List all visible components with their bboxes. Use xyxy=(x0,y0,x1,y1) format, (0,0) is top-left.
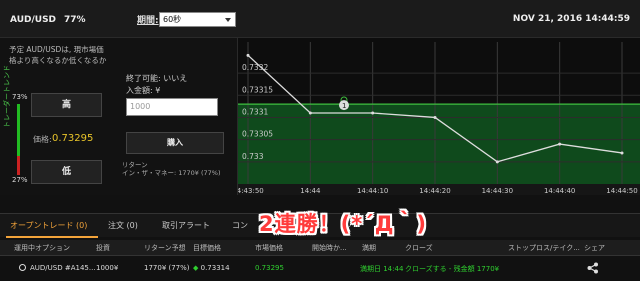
col-investment: 投資 xyxy=(96,244,110,252)
chart-area-above-strike xyxy=(238,38,640,105)
low-button[interactable]: 低 xyxy=(31,160,102,184)
order-panel: 終了可能: いいえ 入金額: ¥ 1000 購入 リターン イン・ザ・マネー: … xyxy=(114,38,238,195)
price-chart-svg: 0.73320.733150.73310.733050.733114:43:50… xyxy=(238,38,640,195)
y-tick-label: 0.73305 xyxy=(242,130,273,139)
entry-badge-label: 1 xyxy=(342,102,346,110)
x-tick-label: 14:44:40 xyxy=(544,187,575,195)
period-label: 期間: xyxy=(137,16,159,26)
payout-percent: 77% xyxy=(64,15,86,25)
trend-high-percent: 73% xyxy=(12,93,28,101)
price-point xyxy=(308,111,312,115)
price-label: 価格: xyxy=(33,135,52,144)
trades-table-header: 運用中オプション 投資 リターン予想 目標価格 市場価格 開始時か... 満期 … xyxy=(0,240,640,256)
col-option: 運用中オプション xyxy=(14,244,70,252)
table-row[interactable]: AUD/USD #A145... 1000¥ 1770¥ (77%) ◆ 0.7… xyxy=(0,258,640,278)
cell-close[interactable]: クローズする - 残金額 1770¥ xyxy=(405,264,499,274)
direction-up-icon: ◆ xyxy=(193,264,199,272)
col-share: シェア xyxy=(584,244,605,252)
prediction-panel: 予定 AUD/USDは, 現市場価格より高くなるか低くなるか 73% 27% ト… xyxy=(0,38,114,195)
y-tick-label: 0.733 xyxy=(242,152,264,161)
col-close: クローズ xyxy=(405,244,433,252)
cell-option: AUD/USD #A145... xyxy=(30,264,96,272)
trader-trend-label: トレーダートレンド xyxy=(3,65,11,128)
col-start: 開始時か... xyxy=(312,244,347,252)
trader-trend-bar xyxy=(17,104,20,175)
chevron-down-icon xyxy=(225,18,231,22)
tab-contest[interactable]: コン xyxy=(232,220,248,231)
x-tick-label: 14:44:10 xyxy=(357,187,388,195)
col-return: リターン予想 xyxy=(144,244,186,252)
price-point xyxy=(558,142,562,146)
cell-market: 0.73295 xyxy=(255,264,284,272)
price-point xyxy=(495,160,499,164)
col-stop: ストップロス/テイク... xyxy=(508,244,580,252)
share-icon[interactable] xyxy=(587,262,599,274)
active-tab-indicator xyxy=(6,236,98,238)
tab-orders[interactable]: 注文 (0) xyxy=(108,220,138,231)
cell-investment: 1000¥ xyxy=(96,264,119,272)
top-bar: AUD/USD 77% 期間: 60秒 NOV 21, 2016 14:44:5… xyxy=(0,0,640,38)
price-point xyxy=(246,53,250,57)
col-market: 市場価格 xyxy=(255,244,283,252)
price-point xyxy=(371,111,375,115)
asset-name: AUD/USD xyxy=(10,15,57,25)
cell-expiry: 満期日 14:44 xyxy=(360,265,404,273)
cell-target: ◆ 0.73314 xyxy=(193,264,230,272)
cell-target-value: 0.73314 xyxy=(200,264,230,272)
price-value: 0.73295 xyxy=(52,133,94,144)
cell-return: 1770¥ (77%) xyxy=(144,264,190,272)
trader-trend-high-fill xyxy=(17,104,20,156)
x-tick-label: 14:44 xyxy=(300,187,321,195)
period-select[interactable]: 60秒 xyxy=(159,12,236,27)
x-tick-label: 14:43:50 xyxy=(238,187,264,195)
period-value: 60秒 xyxy=(163,15,182,24)
expire-label: 終了可能: いいえ xyxy=(126,74,188,83)
high-button[interactable]: 高 xyxy=(31,93,102,117)
expand-circle-icon[interactable] xyxy=(19,264,26,271)
datetime: NOV 21, 2016 14:44:59 xyxy=(512,14,630,24)
tab-open-trades[interactable]: オープントレード (0) xyxy=(10,220,87,231)
amount-label: 入金額: ¥ xyxy=(126,86,161,95)
buy-button[interactable]: 購入 xyxy=(126,132,224,154)
price-chart[interactable]: 0.73320.733150.73310.733050.733114:43:50… xyxy=(238,38,640,195)
prediction-description: 予定 AUD/USDは, 現市場価格より高くなるか低くなるか xyxy=(9,45,107,65)
trend-low-percent: 27% xyxy=(12,176,28,184)
overlay-caption: 2連勝！(*´Д｀) xyxy=(259,212,427,236)
price-point xyxy=(620,151,624,155)
x-tick-label: 14:44:30 xyxy=(482,187,513,195)
col-target: 目標価格 xyxy=(193,244,221,252)
chart-area-below-strike xyxy=(238,104,640,184)
tab-trade-alerts[interactable]: 取引アラート xyxy=(162,220,210,231)
return-value: イン・ザ・マネー: 1770¥ (77%) xyxy=(122,169,221,177)
price-point xyxy=(433,115,437,119)
col-expiry: 満期 xyxy=(362,244,376,252)
amount-input[interactable]: 1000 xyxy=(126,98,218,116)
x-tick-label: 14:44:50 xyxy=(606,187,637,195)
x-tick-label: 14:44:20 xyxy=(419,187,450,195)
y-tick-label: 0.7331 xyxy=(242,107,268,116)
y-tick-label: 0.73315 xyxy=(242,85,273,94)
